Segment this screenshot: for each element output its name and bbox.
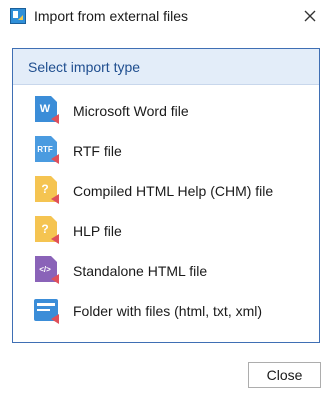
import-item-label: Folder with files (html, txt, xml): [73, 303, 263, 319]
dialog-title: Import from external files: [34, 8, 189, 24]
import-item-label: RTF file: [73, 143, 122, 159]
hlp-file-icon: ?: [35, 216, 59, 244]
import-item-label: HLP file: [73, 223, 122, 239]
folder-files-icon: [34, 299, 59, 324]
close-button[interactable]: Close: [248, 362, 321, 388]
import-item-word[interactable]: W Microsoft Word file: [33, 95, 313, 127]
svg-text:?: ?: [41, 222, 48, 236]
import-item-html[interactable]: </> Standalone HTML file: [33, 255, 313, 287]
import-item-folder[interactable]: Folder with files (html, txt, xml): [33, 295, 313, 327]
panel-heading: Select import type: [13, 49, 319, 85]
import-type-panel: Select import type W Microsoft Word file…: [12, 48, 320, 343]
word-file-icon: W: [35, 96, 59, 124]
import-item-label: Microsoft Word file: [73, 103, 189, 119]
import-item-label: Standalone HTML file: [73, 263, 208, 279]
close-icon[interactable]: [300, 6, 320, 26]
import-item-rtf[interactable]: RTF RTF file: [33, 135, 313, 167]
svg-text:?: ?: [41, 182, 48, 196]
import-item-chm[interactable]: ? Compiled HTML Help (CHM) file: [33, 175, 313, 207]
import-item-hlp[interactable]: ? HLP file: [33, 215, 313, 247]
svg-text:RTF: RTF: [37, 145, 53, 154]
svg-text:</>: </>: [39, 265, 51, 274]
html-file-icon: </>: [35, 256, 59, 284]
import-item-label: Compiled HTML Help (CHM) file: [73, 183, 274, 199]
title-bar: Import from external files: [0, 0, 330, 34]
chm-file-icon: ?: [35, 176, 59, 204]
svg-text:W: W: [40, 103, 51, 115]
app-icon: [10, 8, 26, 24]
rtf-file-icon: RTF: [35, 136, 59, 164]
